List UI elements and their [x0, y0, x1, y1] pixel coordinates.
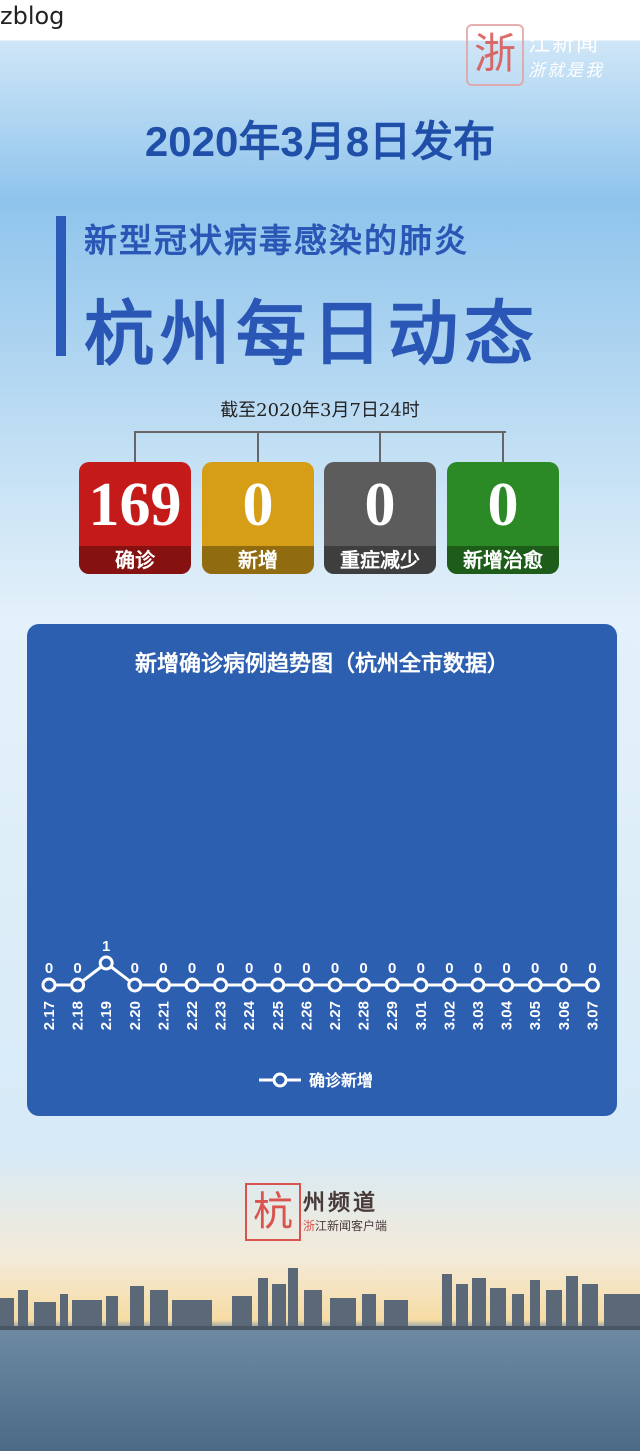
stat-label: 新增治愈: [447, 546, 559, 574]
data-point: [184, 977, 200, 993]
x-tick-label: 2.22: [184, 1001, 201, 1030]
data-label: 0: [417, 960, 425, 977]
legend-label: 确诊新增: [309, 1071, 373, 1090]
data-label: 0: [388, 960, 396, 977]
logo-name: 江新闻: [528, 32, 601, 57]
stat-value: 0: [364, 471, 396, 539]
x-tick-label: 3.06: [556, 1001, 573, 1030]
x-tick-label: 3.01: [413, 1001, 430, 1030]
data-label: 0: [445, 960, 453, 977]
logo-slogan: 浙就是我: [528, 61, 604, 81]
data-point: [98, 955, 114, 971]
stat-label: 新增: [202, 546, 314, 574]
data-label: 0: [302, 960, 310, 977]
data-label: 0: [274, 960, 282, 977]
data-point: [356, 977, 372, 993]
title-accent-bar: [56, 216, 66, 356]
subtitle: 新型冠状病毒感染的肺炎: [84, 221, 469, 260]
x-tick-label: 2.21: [155, 1001, 172, 1030]
data-point: [470, 977, 486, 993]
watermark-text: zblog: [0, 2, 65, 30]
data-point: [584, 977, 600, 993]
data-point: [213, 977, 229, 993]
x-tick-label: 2.25: [270, 1001, 287, 1030]
data-label: 0: [560, 960, 568, 977]
data-label: 0: [159, 960, 167, 977]
footer-logo-name: 州频道: [303, 1190, 379, 1216]
footer-logo-sub: 浙江新闻客户端: [303, 1217, 387, 1234]
data-point: [384, 977, 400, 993]
x-tick-label: 3.03: [470, 1001, 487, 1030]
x-tick-label: 2.18: [70, 1001, 87, 1030]
connector-stem: [257, 431, 259, 463]
connector-stem: [502, 431, 504, 463]
data-label: 1: [102, 938, 110, 955]
stat-value: 169: [88, 471, 182, 539]
x-tick-label: 3.04: [499, 1000, 516, 1030]
data-point: [556, 977, 572, 993]
data-point: [270, 977, 286, 993]
data-point: [413, 977, 429, 993]
x-tick-label: 2.23: [213, 1001, 230, 1030]
data-label: 0: [131, 960, 139, 977]
trend-chart-panel: 新增确诊病例趋势图（杭州全市数据） 0 2.17 0 2.18 1 2.19 0 2.20 0 2…: [27, 624, 617, 1116]
x-tick-label: 3.02: [441, 1001, 458, 1030]
city-skyline: [0, 1268, 640, 1330]
x-tick-label: 2.24: [241, 1000, 258, 1030]
release-date-title: 2020年3月8日发布: [144, 118, 496, 165]
x-tick-label: 2.17: [41, 1001, 58, 1030]
data-point: [41, 977, 57, 993]
stat-severe-decrease: 0 重症减少: [324, 462, 436, 574]
data-label: 0: [216, 960, 224, 977]
logo-mark: 浙: [466, 24, 524, 86]
data-point: [441, 977, 457, 993]
data-point: [327, 977, 343, 993]
data-label: 0: [45, 960, 53, 977]
data-label: 0: [188, 960, 196, 977]
data-point: [241, 977, 257, 993]
connector-line: [134, 431, 506, 433]
data-label: 0: [531, 960, 539, 977]
stat-new-recovered: 0 新增治愈: [447, 462, 559, 574]
stat-new: 0 新增: [202, 462, 314, 574]
footer-logo-sub-text: 江新闻客户端: [315, 1219, 388, 1233]
data-label: 0: [73, 960, 81, 977]
x-tick-label: 2.26: [298, 1001, 315, 1030]
x-tick-label: 2.29: [384, 1001, 401, 1030]
stat-label: 确诊: [79, 546, 191, 574]
stat-value: 0: [242, 471, 274, 539]
data-point: [70, 977, 86, 993]
x-tick-label: 2.19: [98, 1001, 115, 1030]
x-tick-label: 2.20: [127, 1001, 144, 1030]
data-point: [499, 977, 515, 993]
as-of-time: 截至2020年3月7日24时: [220, 400, 420, 421]
stat-value: 0: [487, 471, 519, 539]
page-title: 杭州每日动态: [84, 293, 540, 375]
x-tick-label: 3.07: [584, 1001, 601, 1030]
hangzhou-channel-logo: 杭 州频道 浙江新闻客户端: [245, 1183, 405, 1243]
stat-label: 重症减少: [324, 546, 436, 574]
x-tick-label: 2.28: [356, 1001, 373, 1030]
connector-stem: [379, 431, 381, 463]
data-label: 0: [331, 960, 339, 977]
data-label: 0: [502, 960, 510, 977]
stat-confirmed: 169 确诊: [79, 462, 191, 574]
trend-chart: 0 2.17 0 2.18 1 2.19 0 2.20 0 2.21 0 2.22 0 2.23 0 2.24…: [41, 938, 601, 1090]
footer-logo-sub-mark: 浙: [303, 1219, 316, 1233]
legend-marker: [272, 1072, 288, 1088]
data-point: [298, 977, 314, 993]
data-label: 0: [474, 960, 482, 977]
x-tick-label: 2.27: [327, 1001, 344, 1030]
zhejiang-news-logo: 浙 江新闻 浙就是我: [466, 24, 626, 86]
x-tick-label: 3.05: [527, 1001, 544, 1030]
data-point: [527, 977, 543, 993]
footer-logo-mark: 杭: [245, 1183, 301, 1241]
data-label: 0: [588, 960, 596, 977]
data-point: [155, 977, 171, 993]
data-label: 0: [245, 960, 253, 977]
data-label: 0: [359, 960, 367, 977]
connector-stem: [134, 431, 136, 463]
data-point: [127, 977, 143, 993]
